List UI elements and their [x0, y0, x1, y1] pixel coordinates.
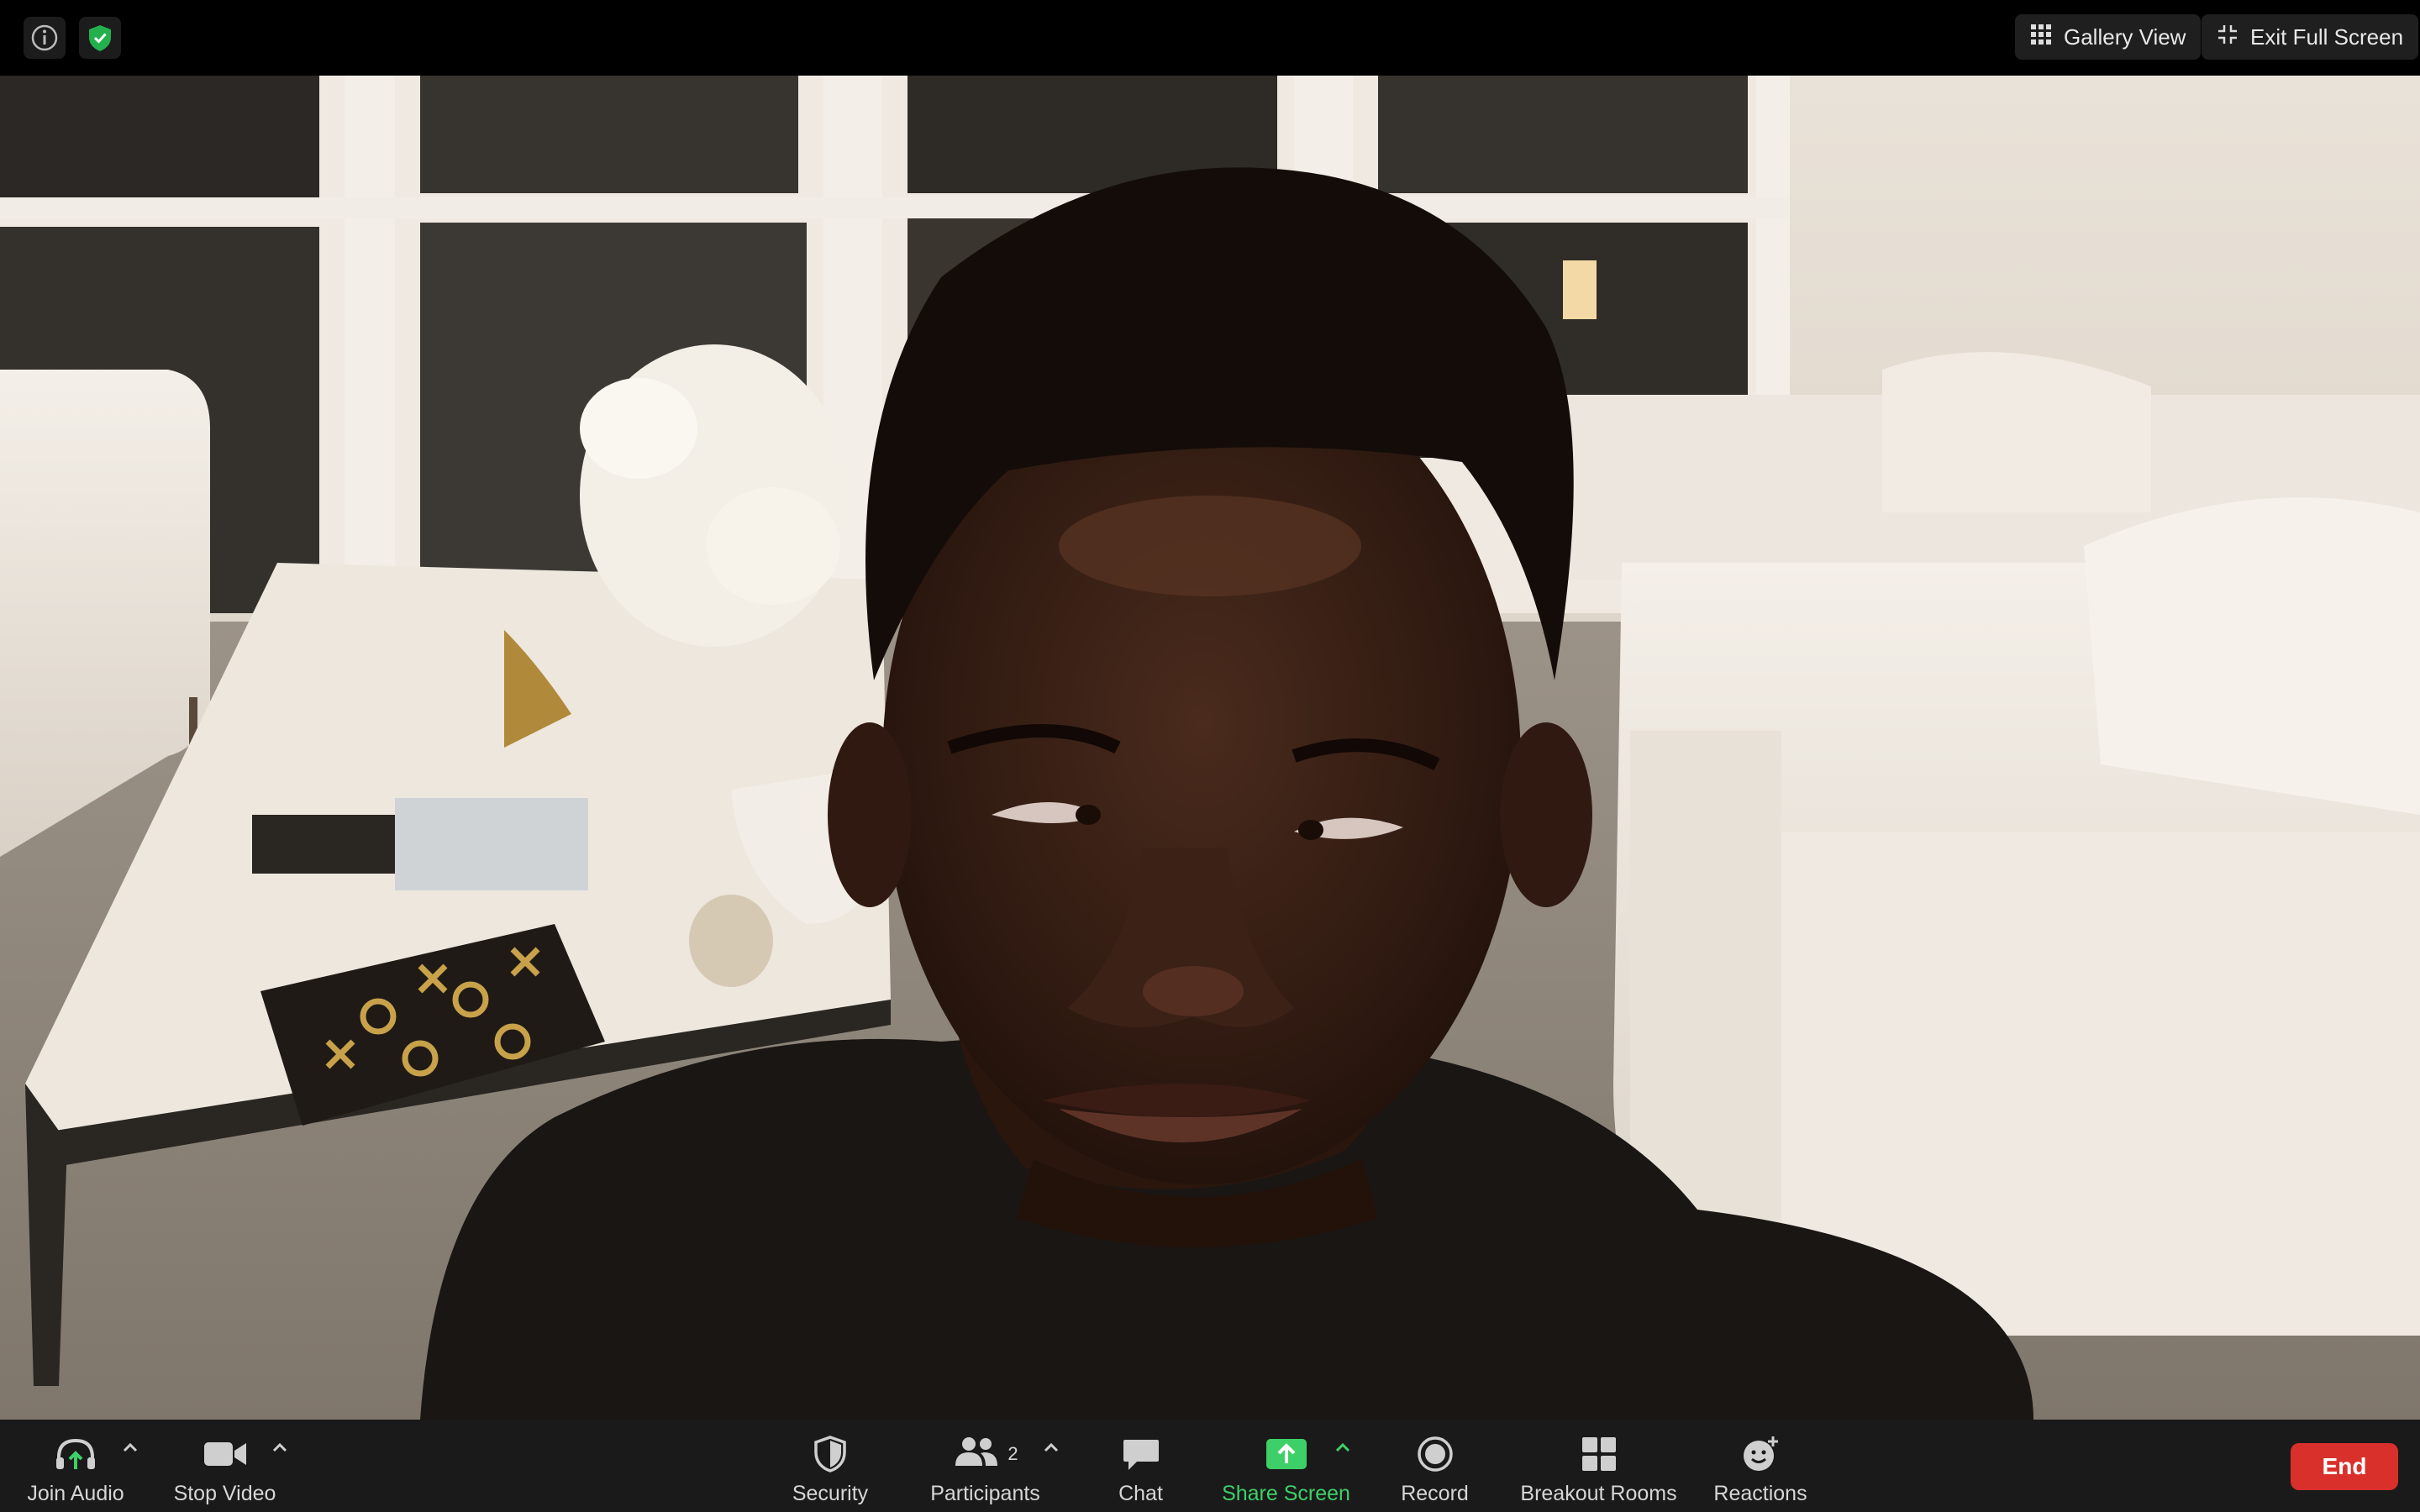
security-button[interactable]: Security — [780, 1420, 881, 1512]
video-scene — [0, 76, 2420, 1420]
audio-options-chevron-up-icon[interactable] — [119, 1436, 141, 1458]
share-screen-label: Share Screen — [1222, 1482, 1350, 1505]
reactions-button[interactable]: Reactions — [1706, 1420, 1815, 1512]
headphones-icon — [54, 1430, 97, 1478]
breakout-rooms-label: Breakout Rooms — [1520, 1482, 1677, 1505]
chat-button[interactable]: Chat — [1101, 1420, 1181, 1512]
record-button[interactable]: Record — [1395, 1420, 1475, 1512]
exit-fullscreen-icon — [2217, 24, 2238, 51]
info-icon[interactable] — [24, 17, 66, 59]
security-label: Security — [792, 1482, 869, 1505]
participants-options-chevron-up-icon[interactable] — [1040, 1436, 1062, 1458]
end-meeting-button[interactable]: End — [2291, 1443, 2398, 1490]
gallery-view-label: Gallery View — [2064, 24, 2186, 50]
smiley-plus-icon — [1741, 1430, 1780, 1478]
meeting-controls-toolbar: Join Audio Stop Video Security 2 Partici… — [0, 1420, 2420, 1512]
share-screen-icon — [1265, 1430, 1307, 1478]
record-icon — [1417, 1430, 1454, 1478]
chat-bubble-icon — [1122, 1430, 1160, 1478]
join-audio-button[interactable]: Join Audio — [25, 1420, 126, 1512]
participants-icon — [952, 1436, 1001, 1473]
participants-label: Participants — [930, 1482, 1040, 1505]
breakout-rooms-icon — [1581, 1430, 1617, 1478]
share-options-chevron-up-icon[interactable] — [1332, 1436, 1354, 1458]
share-screen-button[interactable]: Share Screen — [1217, 1420, 1355, 1512]
video-options-chevron-up-icon[interactable] — [269, 1436, 291, 1458]
shield-icon — [813, 1430, 847, 1478]
chat-label: Chat — [1118, 1482, 1163, 1505]
participants-button[interactable]: 2 Participants — [924, 1420, 1046, 1512]
record-label: Record — [1401, 1482, 1469, 1505]
gallery-view-button[interactable]: Gallery View — [2015, 14, 2202, 60]
participant-video — [0, 76, 2420, 1420]
participants-count: 2 — [1007, 1443, 1018, 1464]
video-camera-icon — [203, 1430, 248, 1478]
stop-video-button[interactable]: Stop Video — [168, 1420, 281, 1512]
encryption-shield-icon[interactable] — [79, 17, 121, 59]
breakout-rooms-button[interactable]: Breakout Rooms — [1512, 1420, 1685, 1512]
stop-video-label: Stop Video — [173, 1482, 276, 1505]
join-audio-label: Join Audio — [27, 1482, 124, 1505]
reactions-label: Reactions — [1713, 1482, 1807, 1505]
exit-full-screen-button[interactable]: Exit Full Screen — [2202, 14, 2419, 60]
exit-full-screen-label: Exit Full Screen — [2250, 24, 2404, 50]
top-bar: Gallery View Exit Full Screen — [0, 0, 2420, 76]
gallery-grid-icon — [2030, 24, 2052, 51]
